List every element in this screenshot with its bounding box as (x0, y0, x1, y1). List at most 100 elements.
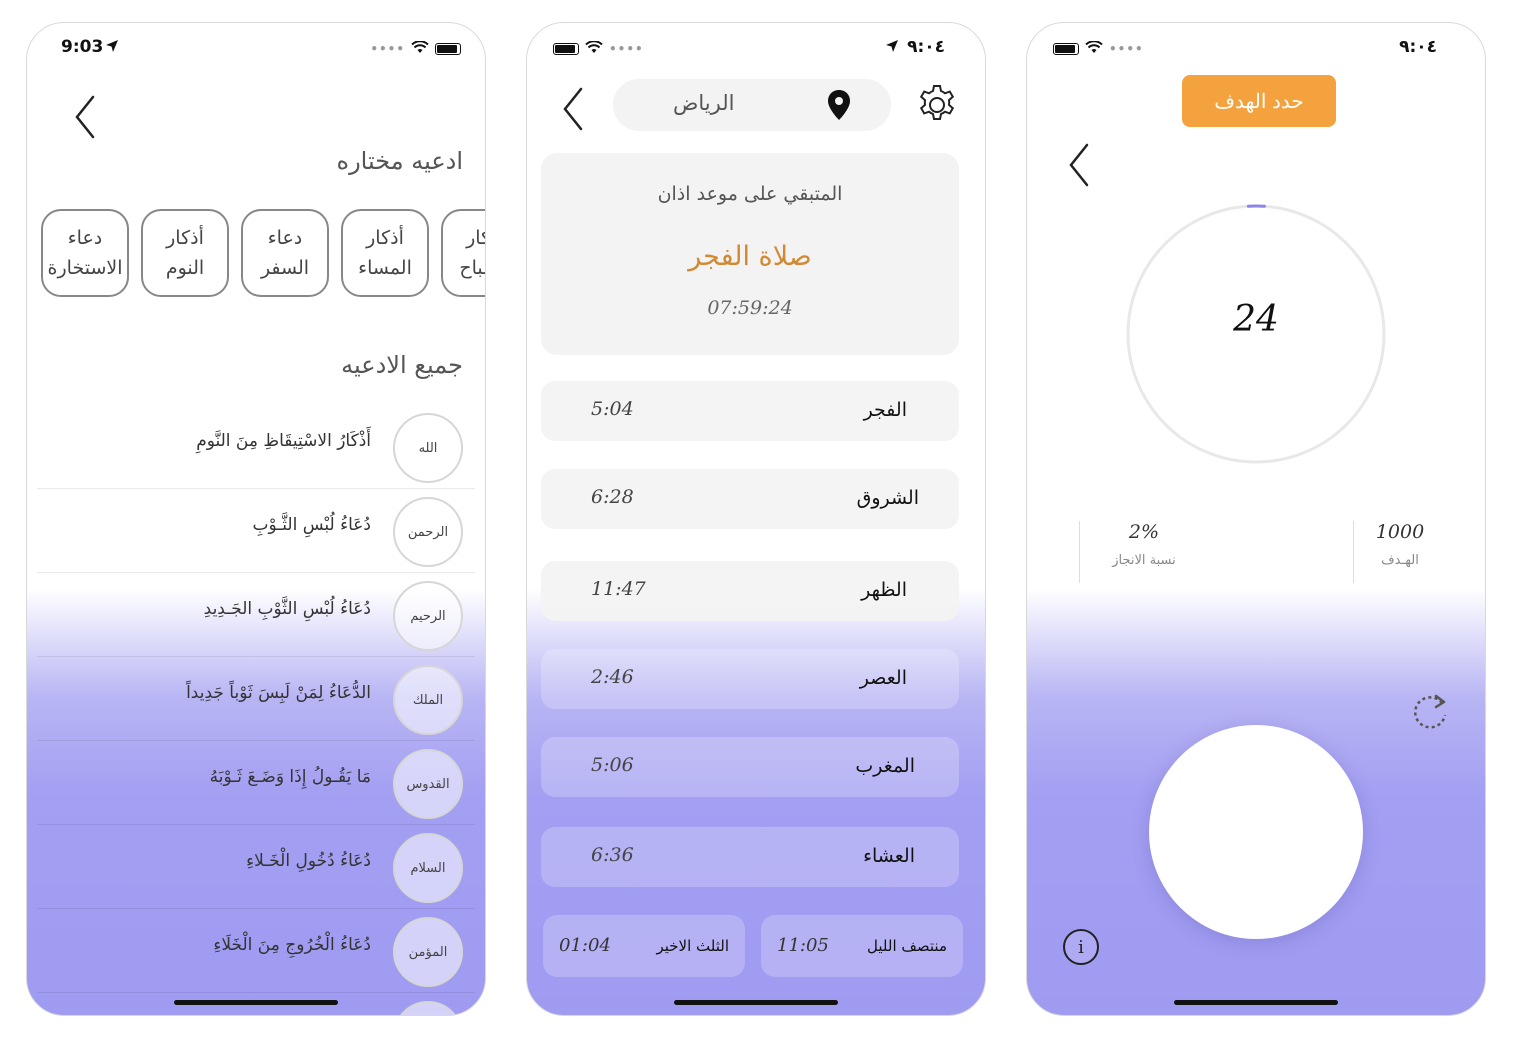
achievement-label: نسبة الانجاز (1112, 553, 1176, 568)
wifi-icon (1085, 39, 1103, 59)
prayer-row-asr: 2:46 العصر (541, 649, 959, 709)
list-item[interactable]: الرحيم دُعَاءُ لُبْسِ الثَّوْبِ الجَـدِي… (37, 573, 475, 657)
phone-prayer-times-screen: •••• ٩:٠٤ الرياض المتبقي على موعد اذان ص… (526, 22, 986, 1016)
phone-duas-screen: 9:03 •••• ادعيه مختاره أذكار الصباح أذكا… (26, 22, 486, 1016)
list-item[interactable]: المؤمن دُعَاءُ الْخُرُوجِ مِنَ الْخَلَاء… (37, 909, 475, 993)
chip-sleep-adhkar[interactable]: أذكار النوم (141, 209, 229, 297)
signal-dots-icon: •••• (609, 42, 644, 56)
dua-badge (393, 1001, 463, 1015)
dua-badge: السلام (393, 833, 463, 903)
dua-title: أَذْكَارُ الاسْتِيقَاظِ مِنَ النَّومِ (196, 431, 371, 451)
goal-value: 1000 (1375, 521, 1425, 543)
prayer-row-maghrib: 5:06 المغرب (541, 737, 959, 797)
list-item[interactable]: الرحمن دُعَاءُ لُبْسِ الثَّـوْبِ (37, 489, 475, 573)
list-item[interactable]: القدوس مَا يَقُـولُ إِذَا وَضَـعَ ثَـوْب… (37, 741, 475, 825)
wifi-icon (585, 39, 603, 59)
selected-duas-heading: ادعيه مختاره (336, 147, 463, 175)
status-bar: •••• ٩:٠٤ (527, 37, 985, 59)
midnight-time: 11:05 (777, 935, 829, 956)
midnight-label: منتصف الليل (867, 937, 947, 955)
list-item[interactable]: السلام دُعَاءُ دُخُولِ الْخَـلاءِ (37, 825, 475, 909)
back-chevron-icon[interactable] (561, 87, 585, 131)
prayer-time: 2:46 (591, 666, 634, 688)
status-time: 9:03 (61, 37, 104, 57)
dua-title: دُعَاءُ دُخُولِ الْخَـلاءِ (246, 851, 371, 871)
prayer-name: المغرب (855, 755, 915, 777)
battery-icon (435, 43, 461, 55)
last-third-time: 01:04 (559, 935, 611, 956)
dua-title: دُعَاءُ الْخُرُوجِ مِنَ الْخَلَاءِ (213, 935, 371, 955)
dua-title: الدُّعَاءُ لِمَنْ لَبِسَ ثَوْباً جَدِيدا… (186, 683, 371, 703)
dua-title: دُعَاءُ لُبْسِ الثَّوْبِ الجَـدِيدِ (203, 599, 371, 619)
last-third-label: الثلث الاخير (656, 937, 729, 955)
tasbeeh-count: 24 (1233, 299, 1279, 340)
battery-icon (553, 43, 579, 55)
dua-badge: الملك (393, 665, 463, 735)
category-chips: أذكار الصباح أذكار المساء دعاء السفر أذك… (41, 209, 485, 297)
prayer-name: العصر (859, 667, 907, 689)
midnight-box: 11:05 منتصف الليل (761, 915, 963, 977)
prayer-row-sunrise: 6:28 الشروق (541, 469, 959, 529)
next-prayer-label: المتبقي على موعد اذان (657, 183, 843, 205)
status-time: ٩:٠٤ (1399, 37, 1437, 57)
next-prayer-card: المتبقي على موعد اذان صلاة الفجر 07:59:2… (541, 153, 959, 355)
prayer-time: 5:06 (591, 754, 634, 776)
back-chevron-icon[interactable] (73, 95, 97, 139)
prayer-row-fajr: 5:04 الفجر (541, 381, 959, 441)
status-time: ٩:٠٤ (907, 37, 945, 57)
prayer-name: الشروق (856, 487, 919, 509)
divider (1079, 521, 1080, 583)
prayer-row-isha: 6:36 العشاء (541, 827, 959, 887)
achievement-value: 2% (1128, 521, 1160, 543)
list-item[interactable]: الملك الدُّعَاءُ لِمَنْ لَبِسَ ثَوْباً ج… (37, 657, 475, 741)
prayer-name: الفجر (863, 399, 907, 421)
dua-badge: المؤمن (393, 917, 463, 987)
dua-badge: الرحيم (393, 581, 463, 651)
tasbeeh-tap-button[interactable] (1149, 725, 1363, 939)
prayer-time: 6:36 (591, 844, 634, 866)
home-indicator (674, 1000, 838, 1005)
battery-icon (1053, 43, 1079, 55)
info-icon[interactable]: i (1063, 929, 1099, 965)
last-third-box: 01:04 الثلث الاخير (543, 915, 745, 977)
location-arrow-icon (105, 38, 119, 58)
location-arrow-icon (885, 38, 899, 58)
reset-icon[interactable] (1409, 691, 1451, 733)
prayer-row-dhuhr: 11:47 الظهر (541, 561, 959, 621)
home-indicator (1174, 1000, 1338, 1005)
prayer-name: العشاء (863, 845, 915, 867)
achievement-stat: 2% نسبة الانجاز (1089, 521, 1199, 568)
city-selector[interactable]: الرياض (613, 79, 891, 131)
chip-morning-adhkar[interactable]: أذكار الصباح (441, 209, 485, 297)
set-goal-button[interactable]: حدد الهدف (1182, 75, 1336, 127)
city-name: الرياض (673, 91, 735, 115)
chip-evening-adhkar[interactable]: أذكار المساء (341, 209, 429, 297)
gear-icon[interactable] (915, 83, 959, 131)
back-chevron-icon[interactable] (1067, 143, 1091, 187)
status-bar: 9:03 •••• (27, 37, 485, 59)
all-duas-heading: جميع الادعيه (341, 351, 463, 379)
location-pin-icon (827, 89, 851, 125)
dua-badge: الرحمن (393, 497, 463, 567)
dua-title: دُعَاءُ لُبْسِ الثَّـوْبِ (252, 515, 371, 535)
prayer-time: 11:47 (591, 578, 646, 600)
prayer-name: الظهر (861, 579, 907, 601)
chip-travel-dua[interactable]: دعاء السفر (241, 209, 329, 297)
dua-title: مَا يَقُـولُ إِذَا وَضَـعَ ثَـوْبَهُ (209, 767, 371, 787)
goal-label: الهـدف (1381, 553, 1419, 568)
list-item[interactable]: الله أَذْكَارُ الاسْتِيقَاظِ مِنَ النَّو… (37, 405, 475, 489)
status-bar: •••• ٩:٠٤ (1027, 37, 1485, 59)
phone-tasbeeh-screen: •••• ٩:٠٤ حدد الهدف 24 2% نسبة الانجاز 1… (1026, 22, 1486, 1016)
wifi-icon (411, 39, 429, 59)
next-prayer-name: صلاة الفجر (688, 241, 812, 272)
goal-stat: 1000 الهـدف (1345, 521, 1455, 568)
prayer-time: 6:28 (591, 486, 634, 508)
countdown-timer: 07:59:24 (707, 297, 793, 319)
chip-istikhara-dua[interactable]: دعاء الاستخارة (41, 209, 129, 297)
signal-dots-icon: •••• (370, 42, 405, 56)
home-indicator (174, 1000, 338, 1005)
dua-badge: الله (393, 413, 463, 483)
signal-dots-icon: •••• (1109, 42, 1144, 56)
prayer-time: 5:04 (591, 398, 634, 420)
dua-badge: القدوس (393, 749, 463, 819)
